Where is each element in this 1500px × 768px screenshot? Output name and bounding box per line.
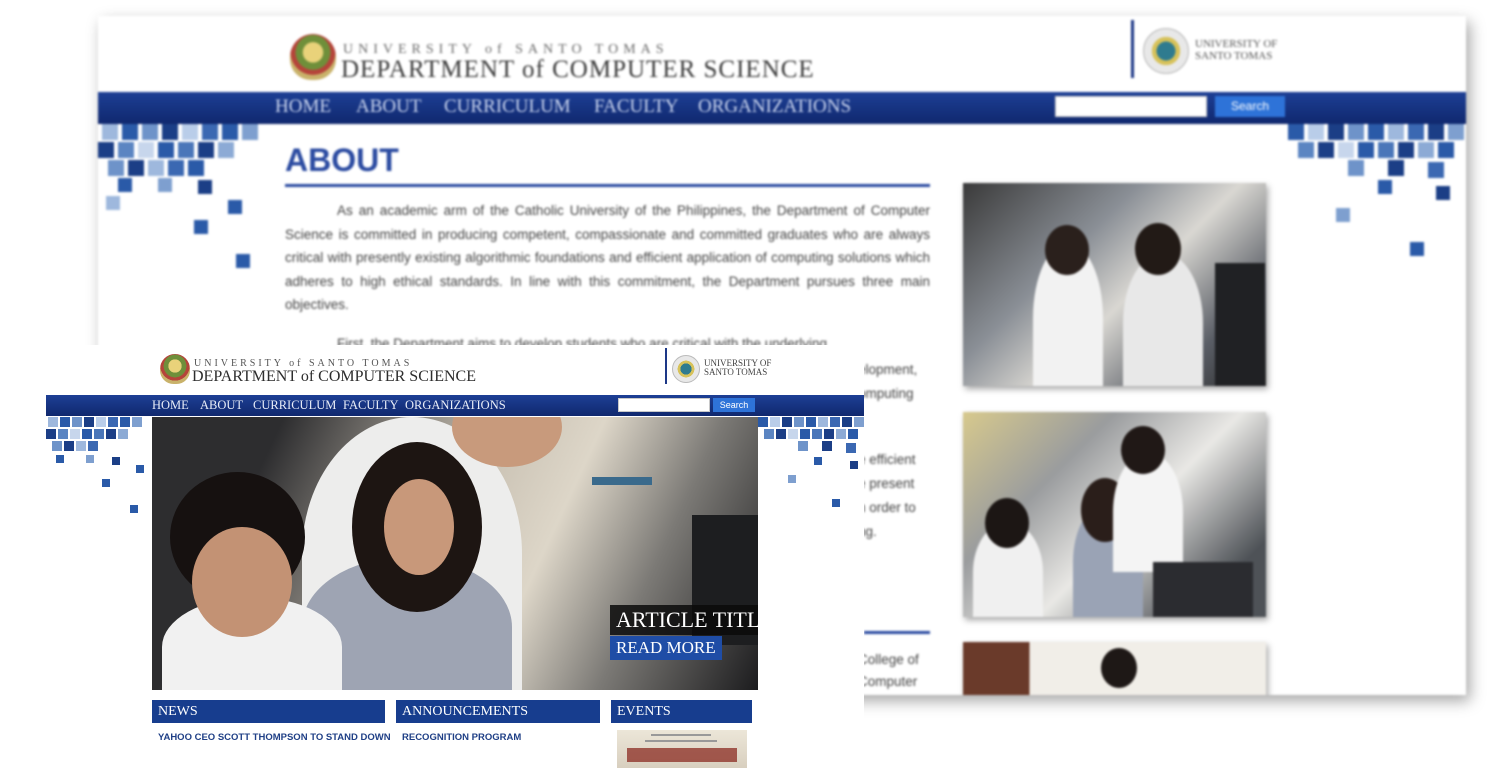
hero-slider[interactable]: ARTICLE TITLE HERE READ MORE — [152, 417, 758, 690]
pixel-decoration-left — [98, 124, 274, 274]
student-photo — [963, 642, 1266, 695]
text-fragment: n order to — [858, 500, 916, 515]
text-fragment: College of — [858, 652, 919, 667]
header-divider — [1131, 20, 1134, 78]
homepage-mockup: UNIVERSITY of SANTO TOMAS DEPARTMENT of … — [46, 345, 864, 768]
partner-logo-text: UNIVERSITY of SANTO TOMAS — [1195, 38, 1278, 62]
text-fragment: omputing — [858, 386, 914, 401]
section-divider — [864, 631, 930, 634]
nav-curriculum[interactable]: CURRICULUM — [444, 96, 571, 118]
nav-faculty[interactable]: FACULTY — [343, 398, 399, 413]
department-name: DEPARTMENT of COMPUTER SCIENCE — [192, 368, 476, 385]
text-fragment: e efficient — [858, 452, 916, 467]
about-paragraph-1: As an academic arm of the Catholic Unive… — [285, 203, 930, 312]
search-input[interactable] — [618, 398, 710, 412]
nav-about[interactable]: ABOUT — [200, 398, 243, 413]
read-more-button[interactable]: READ MORE — [610, 636, 722, 660]
partner-logo-text: UNIVERSITY of SANTO TOMAS — [704, 358, 772, 377]
nav-curriculum[interactable]: CURRICULUM — [253, 398, 336, 413]
pixel-decoration-right — [758, 417, 864, 517]
announcements-section-header: ANNOUNCEMENTS — [396, 700, 600, 723]
events-section-header: EVENTS — [611, 700, 752, 723]
nav-organizations[interactable]: ORGANIZATIONS — [405, 398, 506, 413]
main-nav: HOME ABOUT CURRICULUM FACULTY ORGANIZATI… — [46, 395, 864, 416]
site-header: UNIVERSITY of SANTO TOMAS DEPARTMENT of … — [98, 16, 1466, 92]
pixel-decoration-left — [46, 417, 152, 517]
search-input[interactable] — [1055, 96, 1207, 117]
nav-about[interactable]: ABOUT — [356, 96, 421, 118]
main-nav: HOME ABOUT CURRICULUM FACULTY ORGANIZATI… — [98, 92, 1466, 124]
hero-background-stool — [592, 477, 652, 595]
ust-seal-logo — [672, 355, 700, 383]
ust-seal-logo — [1143, 28, 1189, 74]
students-lab-photo — [963, 183, 1266, 386]
text-fragment: elopment, — [858, 362, 918, 377]
text-fragment: Computer — [858, 674, 918, 689]
ust-crest-logo — [290, 34, 336, 80]
nav-home[interactable]: HOME — [275, 96, 331, 118]
pixel-decoration-right — [1288, 124, 1466, 274]
page-title: ABOUT — [285, 142, 399, 178]
search-button[interactable]: Search — [713, 398, 755, 412]
site-header: UNIVERSITY of SANTO TOMAS DEPARTMENT of … — [46, 345, 864, 393]
search-button[interactable]: Search — [1215, 96, 1285, 117]
text-fragment: e present — [858, 476, 915, 491]
announcement-item-link[interactable]: RECOGNITION PROGRAM — [402, 732, 521, 743]
header-divider — [665, 348, 667, 384]
news-item-link[interactable]: YAHOO CEO SCOTT THOMPSON TO STAND DOWN — [158, 732, 391, 743]
title-divider — [285, 184, 930, 187]
news-section-header: NEWS — [152, 700, 385, 723]
nav-home[interactable]: HOME — [152, 398, 189, 413]
department-name: DEPARTMENT of COMPUTER SCIENCE — [341, 56, 815, 83]
ust-crest-logo — [160, 354, 190, 384]
students-lab-photo — [963, 412, 1266, 617]
nav-faculty[interactable]: FACULTY — [594, 96, 678, 118]
nav-organizations[interactable]: ORGANIZATIONS — [698, 96, 851, 118]
event-poster-thumbnail[interactable] — [617, 730, 747, 768]
article-title[interactable]: ARTICLE TITLE HERE — [610, 605, 758, 635]
